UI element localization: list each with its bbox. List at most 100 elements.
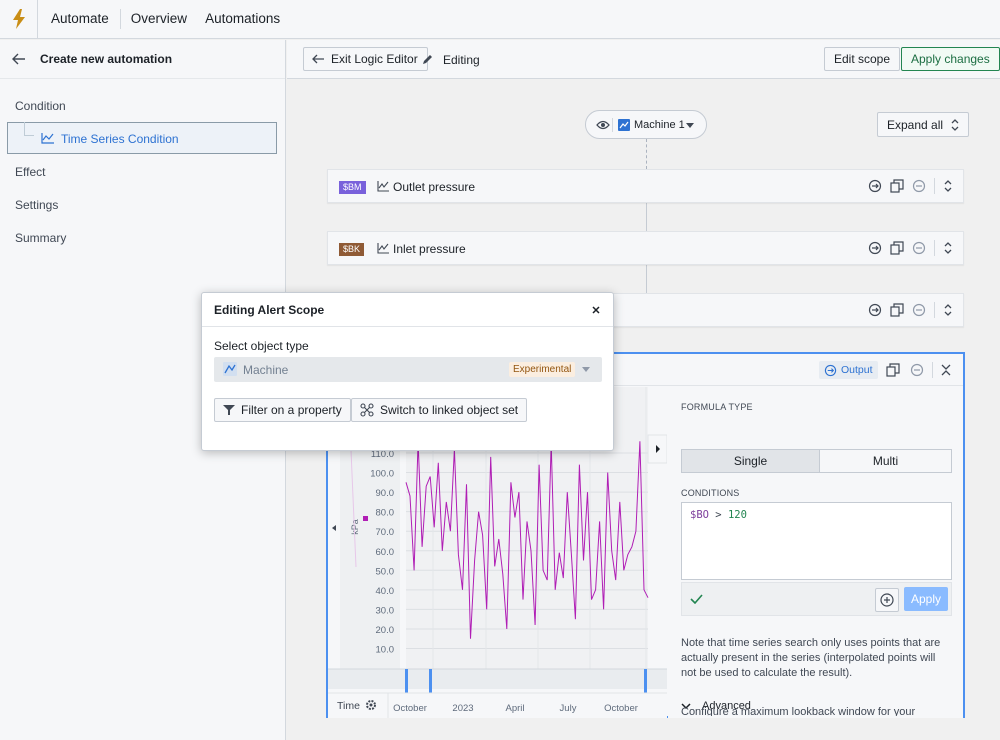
object-pill[interactable]: Machine 1 [585, 110, 707, 139]
formula-type-label: FORMULA TYPE [681, 402, 753, 412]
expand-collapse-icon[interactable] [943, 241, 953, 255]
formula-value: 120 [727, 509, 747, 521]
connector-line [646, 139, 647, 169]
apply-formula-button[interactable]: Apply [904, 587, 948, 611]
pencil-icon [423, 55, 432, 64]
remove-icon[interactable] [912, 179, 926, 193]
remove-icon[interactable] [910, 363, 924, 377]
x-tick-label: 2023 [452, 703, 473, 714]
output-icon[interactable] [868, 303, 882, 317]
edit-scope-button[interactable]: Edit scope [824, 47, 901, 71]
step-summary[interactable]: Summary [15, 231, 66, 245]
card-actions [860, 178, 953, 194]
expand-collapse-icon[interactable] [943, 179, 953, 193]
divider [934, 178, 935, 194]
duplicate-icon[interactable] [886, 363, 900, 377]
editor-header: Exit Logic Editor Editing Edit scope App… [287, 40, 1000, 79]
duplicate-icon[interactable] [890, 179, 904, 193]
filter-on-property-button[interactable]: Filter on a property [214, 398, 351, 422]
y-tick-label: 90.0 [376, 488, 395, 499]
step-settings[interactable]: Settings [15, 198, 58, 212]
exit-label: Exit Logic Editor [331, 52, 418, 66]
lightning-icon [12, 9, 25, 29]
series-swatch [363, 516, 368, 521]
apply-changes-button[interactable]: Apply changes [901, 47, 1000, 71]
formula-actions: Apply [681, 582, 952, 616]
select-object-type-label: Select object type [214, 339, 309, 353]
step-condition[interactable]: Condition [15, 99, 66, 113]
y-tick-label: 50.0 [376, 566, 395, 577]
series-name: Inlet pressure [393, 242, 466, 256]
x-tick-label: April [505, 703, 524, 714]
x-tick-label: October [393, 703, 427, 714]
lookback-hint: Configure a maximum lookback window for … [681, 706, 916, 716]
nav-automations[interactable]: Automations [195, 9, 290, 29]
formula-panel: FORMULA TYPE Single Multi CONDITIONS $BO… [668, 387, 963, 718]
top-bar: Automate Overview Automations [0, 0, 1000, 39]
step-time-series-condition[interactable]: Time Series Condition [7, 122, 277, 154]
timeline-strip [328, 669, 667, 689]
series-card-outlet[interactable]: $BM Outlet pressure [327, 169, 964, 203]
machine-icon [223, 362, 237, 376]
step-effect[interactable]: Effect [15, 165, 45, 179]
condition-formula-input[interactable]: $BO > 120 [681, 502, 952, 580]
output-icon[interactable] [868, 241, 882, 255]
nav-automate[interactable]: Automate [38, 9, 121, 29]
remove-icon[interactable] [912, 241, 926, 255]
output-icon [824, 364, 837, 376]
card-actions [860, 240, 953, 256]
output-toggle[interactable]: Output [819, 361, 878, 379]
y-tick-label: 60.0 [376, 547, 395, 558]
y-tick-label: 30.0 [376, 605, 395, 616]
caret-down-icon [686, 123, 694, 128]
y-tick-label: 10.0 [376, 645, 395, 656]
range-handle-inner[interactable] [429, 669, 432, 693]
arrow-left-icon [312, 54, 324, 64]
left-panel-header: Create new automation [0, 40, 285, 79]
back-arrow-icon[interactable] [12, 53, 26, 65]
nav-overview[interactable]: Overview [121, 9, 195, 29]
filter-label: Filter on a property [241, 403, 342, 417]
range-handle-start[interactable] [405, 669, 408, 693]
caret-down-icon [582, 367, 590, 372]
eye-icon[interactable] [596, 120, 610, 130]
tree-connector [24, 122, 34, 136]
object-type-select[interactable]: Machine Experimental [214, 357, 602, 382]
variable-tag: $BM [339, 181, 366, 194]
gear-icon-center [369, 703, 373, 707]
add-circle-icon [880, 593, 894, 607]
duplicate-icon[interactable] [890, 241, 904, 255]
step-label: Time Series Condition [61, 132, 179, 146]
y-tick-label: 80.0 [376, 508, 395, 519]
expand-all-button[interactable]: Expand all [877, 112, 970, 137]
panel-title: Create new automation [40, 52, 173, 66]
output-icon[interactable] [868, 179, 882, 193]
formula-operator: > [715, 509, 722, 521]
range-handle-end[interactable] [644, 669, 647, 693]
switch-linked-object-set-button[interactable]: Switch to linked object set [351, 398, 528, 422]
formula-type-multi[interactable]: Multi [819, 449, 952, 473]
collapse-icon[interactable] [941, 364, 951, 376]
variable-tag: $BK [339, 243, 365, 256]
object-type-icon [618, 119, 630, 131]
series-card-inlet[interactable]: $BK Inlet pressure [327, 231, 964, 265]
expand-collapse-icon[interactable] [943, 303, 953, 317]
formula-type-single[interactable]: Single [681, 449, 819, 473]
expand-all-label: Expand all [887, 117, 944, 132]
graph-icon [360, 403, 374, 417]
expand-collapse-icon [951, 118, 959, 131]
selected-object-type: Machine [243, 363, 289, 377]
close-icon[interactable] [592, 306, 600, 314]
remove-icon[interactable] [912, 303, 926, 317]
card-actions [860, 302, 953, 318]
dialog-header: Editing Alert Scope [202, 293, 613, 327]
output-label: Output [841, 364, 873, 376]
exit-logic-editor-button[interactable]: Exit Logic Editor [303, 47, 428, 71]
filter-icon [223, 405, 235, 415]
duplicate-icon[interactable] [890, 303, 904, 317]
line-chart-icon [377, 243, 389, 254]
app-logo[interactable] [0, 0, 38, 39]
connector-line [646, 203, 647, 233]
add-condition-button[interactable] [875, 588, 899, 612]
x-tick-label: July [560, 703, 577, 714]
